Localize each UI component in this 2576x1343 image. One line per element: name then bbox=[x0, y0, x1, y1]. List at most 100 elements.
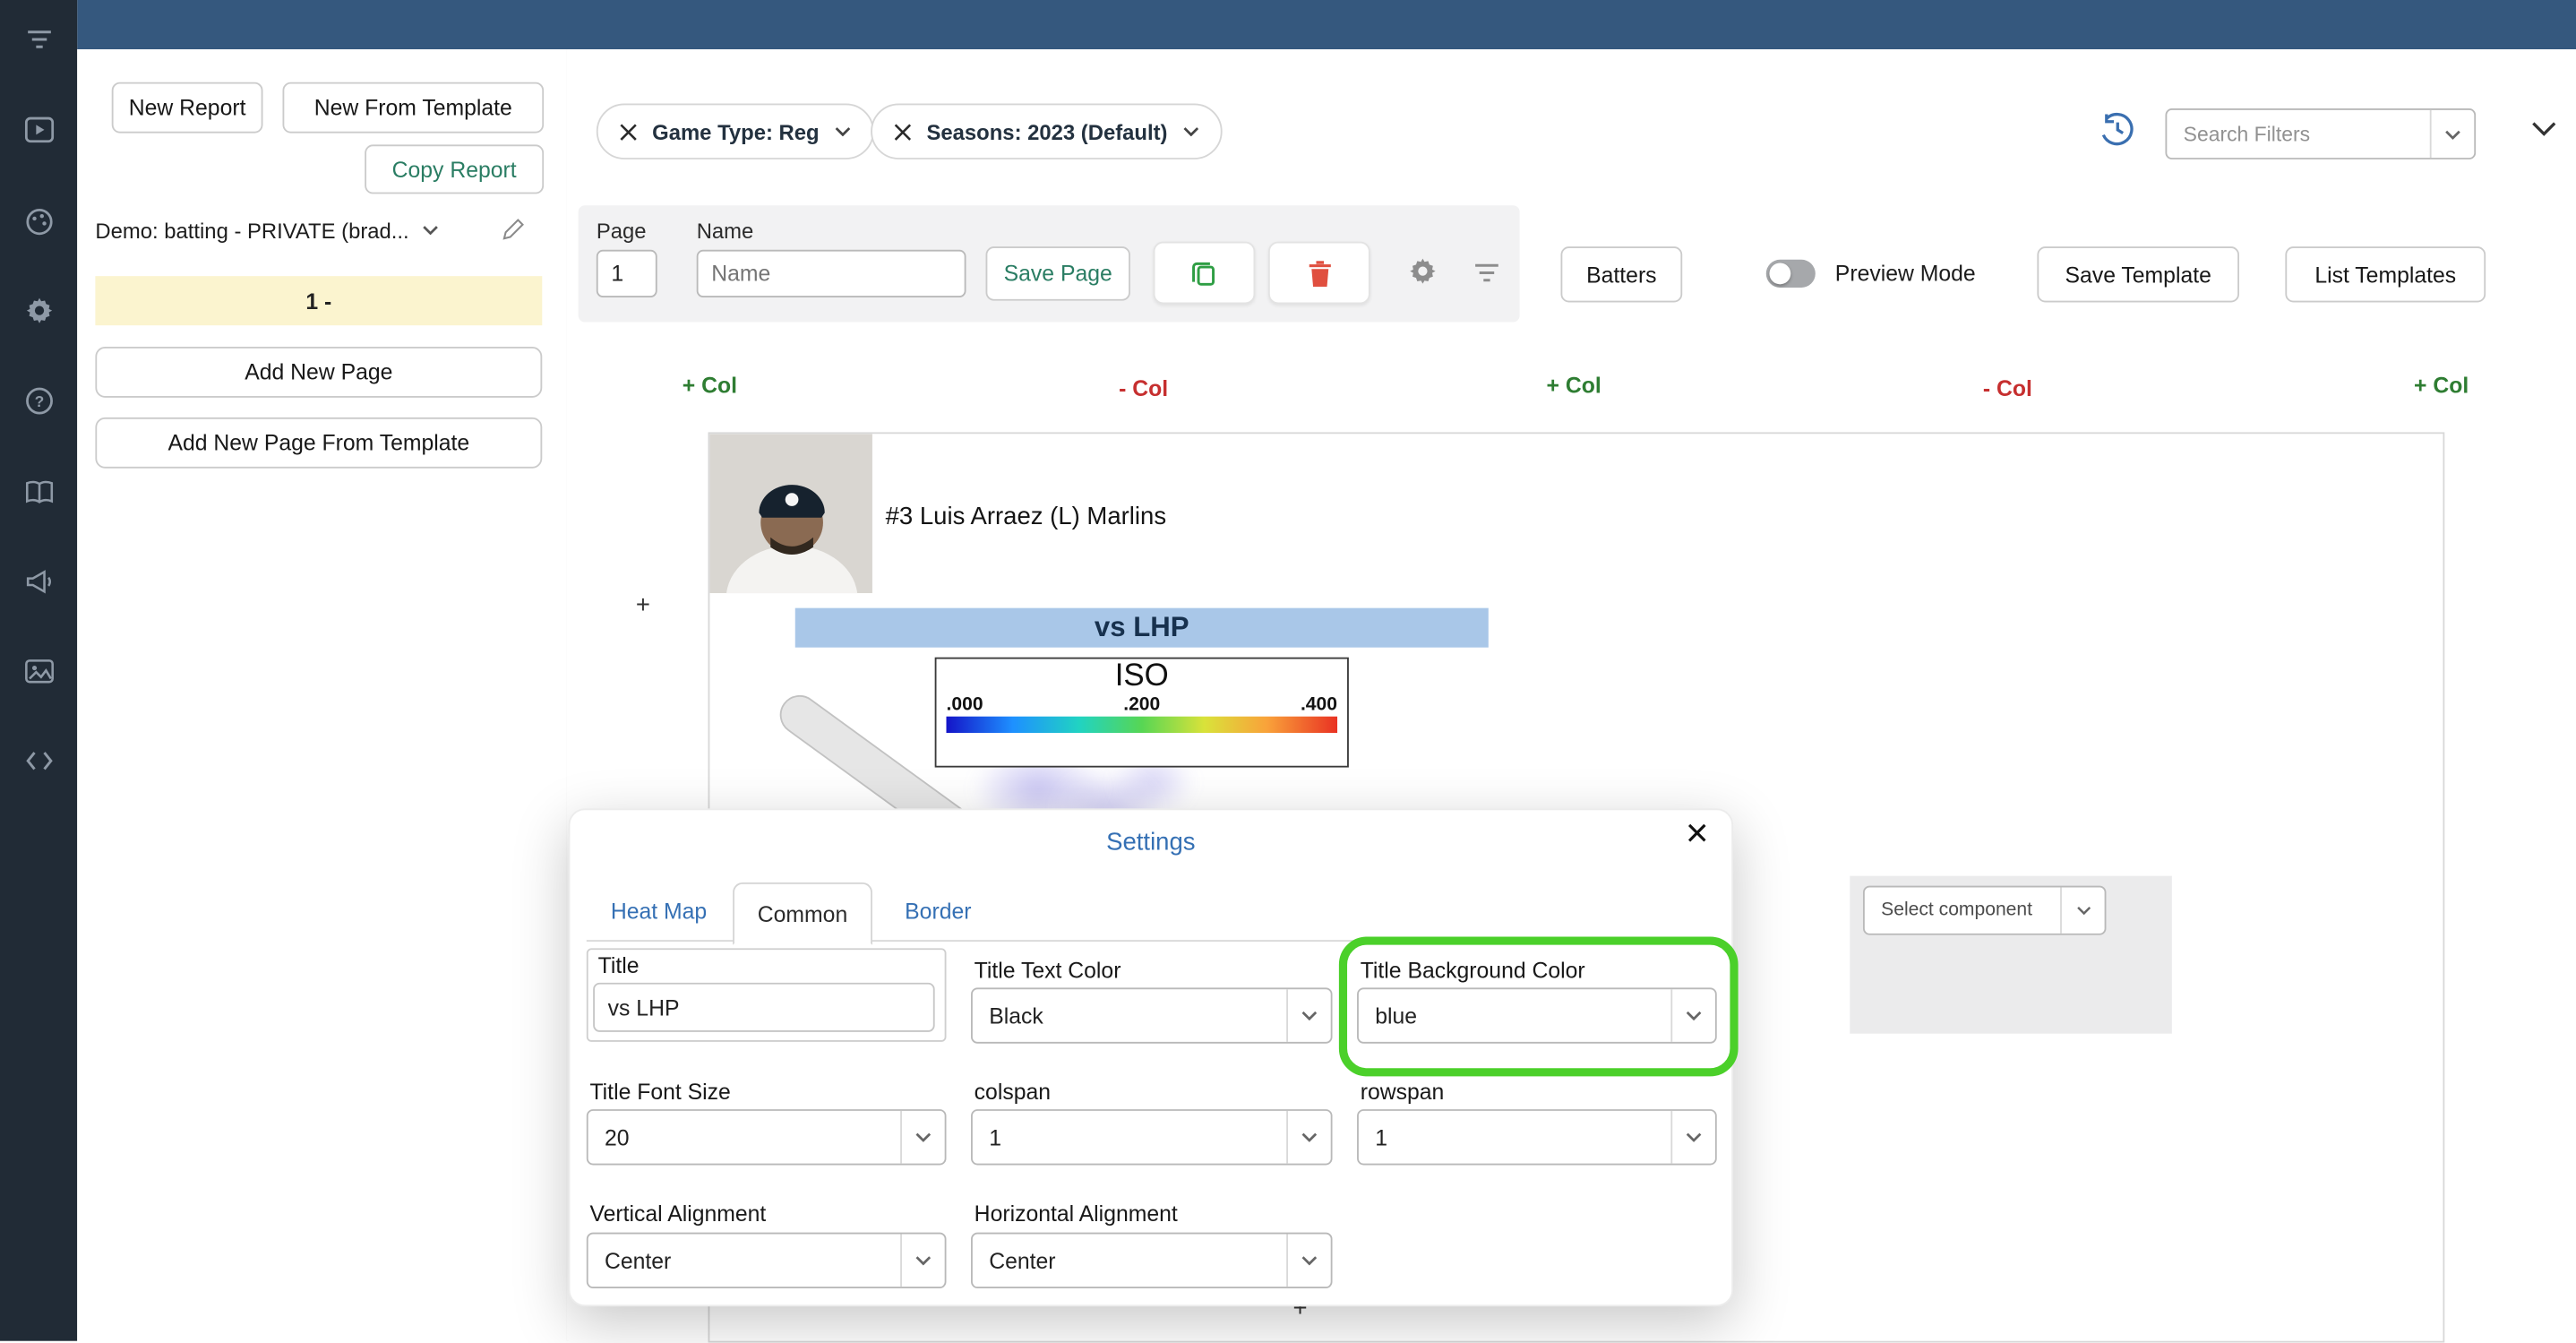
modal-tabs: Heat Map Common Border bbox=[586, 882, 1715, 945]
vertical-alignment-select[interactable]: Center bbox=[586, 1232, 947, 1289]
save-template-button[interactable]: Save Template bbox=[2037, 246, 2240, 303]
filter-chip-game-type[interactable]: Game Type: Reg bbox=[596, 103, 874, 159]
section-header-bar[interactable]: vs LHP bbox=[794, 607, 1489, 648]
list-templates-button[interactable]: List Templates bbox=[2285, 246, 2486, 303]
name-label: Name bbox=[696, 218, 754, 244]
title-text-color-select[interactable]: Black bbox=[971, 987, 1333, 1044]
select-component-placeholder: Select component bbox=[1881, 900, 2033, 921]
title-background-color-select[interactable]: blue bbox=[1357, 987, 1717, 1044]
page-filter-icon[interactable] bbox=[1473, 263, 1499, 282]
chevron-down-icon bbox=[2060, 887, 2105, 934]
page-label: Page bbox=[596, 218, 647, 244]
batters-button[interactable]: Batters bbox=[1560, 246, 1683, 303]
add-row-button[interactable]: + bbox=[636, 591, 650, 619]
book-icon[interactable] bbox=[22, 475, 56, 508]
field-label: Title Background Color bbox=[1360, 958, 1585, 983]
chevron-down-icon bbox=[422, 225, 438, 236]
page-name-input[interactable] bbox=[696, 249, 966, 297]
tab-heat-map[interactable]: Heat Map bbox=[593, 882, 725, 940]
edit-pencil-icon[interactable] bbox=[501, 217, 526, 242]
field-label: Title Font Size bbox=[589, 1080, 731, 1105]
select-value: blue bbox=[1375, 1003, 1418, 1029]
remove-column-button[interactable]: - Col bbox=[1119, 376, 1168, 401]
field-label: Title bbox=[597, 952, 640, 978]
svg-text:?: ? bbox=[34, 392, 44, 410]
add-new-page-button[interactable]: Add New Page bbox=[95, 347, 543, 398]
filter-chip-seasons[interactable]: Seasons: 2023 (Default) bbox=[871, 103, 1223, 159]
chevron-down-icon bbox=[1286, 1234, 1331, 1287]
component-cell: Select component bbox=[1850, 875, 2172, 1034]
new-from-template-button[interactable]: New From Template bbox=[282, 82, 545, 133]
copy-report-button[interactable]: Copy Report bbox=[365, 144, 545, 194]
filter-chip-label: Seasons: 2023 (Default) bbox=[926, 118, 1168, 144]
iso-legend: ISO .000 .200 .400 bbox=[934, 657, 1349, 768]
close-icon[interactable] bbox=[619, 123, 637, 141]
select-value: 20 bbox=[604, 1124, 630, 1150]
page-number-input[interactable] bbox=[596, 249, 657, 297]
close-icon[interactable]: × bbox=[1686, 814, 1709, 855]
gear-icon[interactable] bbox=[22, 294, 56, 327]
add-column-button[interactable]: + Col bbox=[683, 373, 737, 398]
horizontal-alignment-select[interactable]: Center bbox=[971, 1232, 1333, 1289]
colspan-select[interactable]: 1 bbox=[971, 1109, 1333, 1166]
select-value: 1 bbox=[1375, 1124, 1388, 1150]
chevron-down-icon bbox=[1670, 1110, 1715, 1164]
add-column-button[interactable]: + Col bbox=[2414, 373, 2469, 398]
field-label: rowspan bbox=[1360, 1080, 1445, 1105]
filter-chip-label: Game Type: Reg bbox=[652, 118, 820, 144]
rowspan-select[interactable]: 1 bbox=[1357, 1109, 1717, 1166]
chevron-down-icon bbox=[1286, 989, 1331, 1042]
legend-tick: .000 bbox=[946, 694, 983, 715]
search-filters-select[interactable]: Search Filters bbox=[2165, 108, 2477, 159]
history-icon[interactable] bbox=[2099, 112, 2135, 148]
select-component-dropdown[interactable]: Select component bbox=[1862, 885, 2107, 935]
chevron-down-icon[interactable] bbox=[1182, 126, 1198, 137]
modal-title: Settings bbox=[1106, 828, 1196, 857]
page-settings-gear-icon[interactable] bbox=[1408, 256, 1438, 286]
close-icon[interactable] bbox=[894, 123, 912, 141]
toggle-knob bbox=[1769, 263, 1791, 285]
nav-sidebar: ? bbox=[0, 0, 78, 1341]
select-value: Center bbox=[604, 1248, 672, 1273]
title-input[interactable] bbox=[593, 982, 935, 1032]
megaphone-icon[interactable] bbox=[22, 565, 56, 598]
help-icon[interactable]: ? bbox=[22, 384, 56, 418]
chevron-down-icon[interactable] bbox=[834, 126, 850, 137]
color-scale-gradient bbox=[946, 716, 1338, 734]
collapse-chevron-icon[interactable] bbox=[2532, 122, 2557, 137]
palette-icon[interactable] bbox=[22, 205, 56, 238]
add-column-button[interactable]: + Col bbox=[1547, 373, 1601, 398]
chevron-down-icon bbox=[900, 1234, 945, 1287]
delete-page-button[interactable] bbox=[1268, 241, 1370, 305]
legend-tick: .200 bbox=[1123, 694, 1161, 715]
select-value: 1 bbox=[989, 1124, 1001, 1150]
duplicate-page-button[interactable] bbox=[1153, 241, 1256, 305]
page-toolbar: Page Name Save Page bbox=[578, 205, 1520, 323]
field-label: colspan bbox=[974, 1080, 1052, 1105]
select-value: Black bbox=[989, 1003, 1043, 1029]
image-icon[interactable] bbox=[22, 654, 56, 687]
search-filters-placeholder: Search Filters bbox=[2183, 122, 2311, 146]
tab-common[interactable]: Common bbox=[733, 882, 872, 945]
filter-icon[interactable] bbox=[22, 23, 56, 56]
tab-border[interactable]: Border bbox=[892, 882, 984, 940]
preview-mode-label: Preview Mode bbox=[1834, 261, 1976, 287]
title-field-group: Title bbox=[586, 948, 947, 1042]
media-icon[interactable] bbox=[22, 114, 56, 147]
report-select[interactable]: Demo: batting - PRIVATE (brad... bbox=[95, 205, 499, 254]
remove-column-button[interactable]: - Col bbox=[1983, 376, 2032, 401]
save-page-button[interactable]: Save Page bbox=[985, 246, 1130, 301]
legend-title: ISO bbox=[1114, 659, 1169, 694]
add-new-page-from-template-button[interactable]: Add New Page From Template bbox=[95, 417, 543, 469]
settings-modal: Settings × Heat Map Common Border Title … bbox=[568, 808, 1739, 1307]
page-list-item[interactable]: 1 - bbox=[95, 276, 543, 326]
trash-icon bbox=[1308, 260, 1330, 287]
title-font-size-select[interactable]: 20 bbox=[586, 1109, 947, 1166]
preview-mode-toggle[interactable] bbox=[1765, 259, 1816, 288]
code-icon[interactable] bbox=[22, 745, 56, 778]
field-label: Title Text Color bbox=[974, 958, 1121, 983]
legend-tick: .400 bbox=[1300, 694, 1338, 715]
report-select-value: Demo: batting - PRIVATE (brad... bbox=[95, 218, 409, 243]
field-label: Horizontal Alignment bbox=[974, 1201, 1178, 1227]
new-report-button[interactable]: New Report bbox=[111, 82, 263, 133]
